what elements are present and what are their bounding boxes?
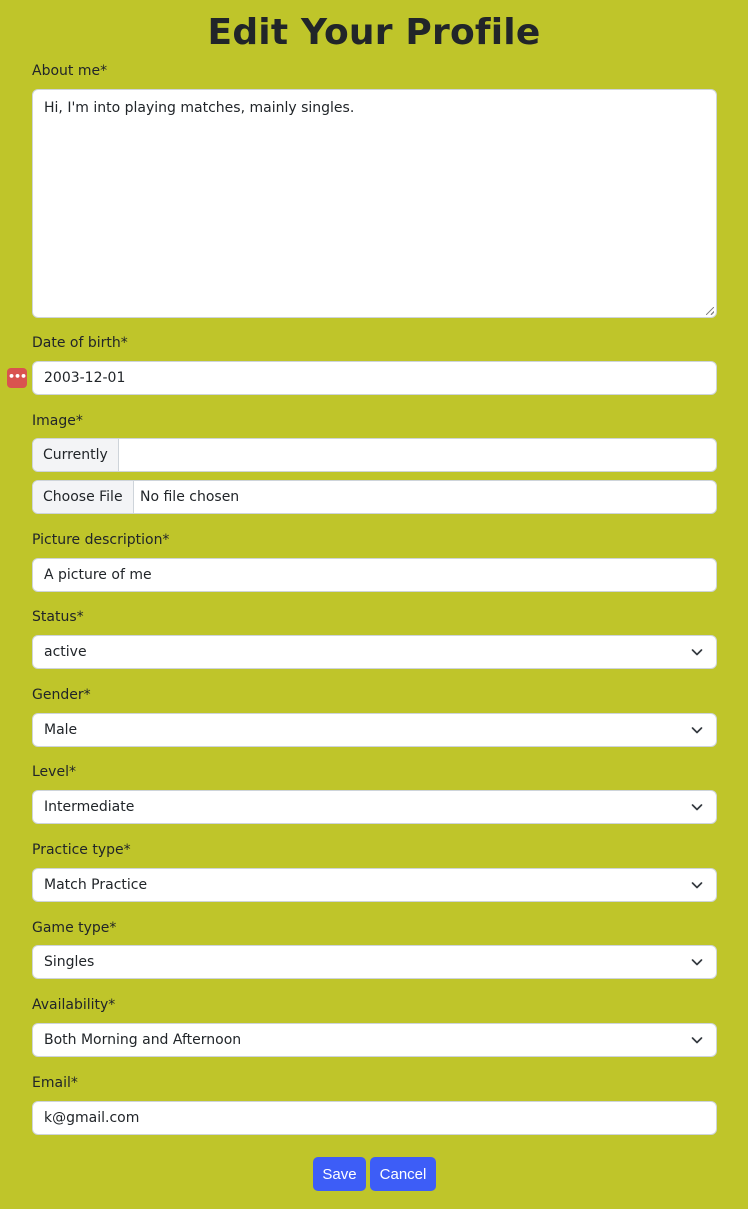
availability-label: Availability* [32,997,116,1013]
availability-select[interactable]: Both Morning and Afternoon [32,1023,717,1057]
status-select[interactable]: active [32,635,717,669]
currently-addon: Currently [33,439,119,471]
image-file-input[interactable]: Choose File No file chosen [32,480,717,514]
save-button[interactable]: Save [313,1157,366,1191]
chevron-down-icon [691,882,703,889]
email-field[interactable]: k@gmail.com [32,1101,717,1135]
game-type-selected-value: Singles [44,954,95,970]
image-currently-field: Currently [32,438,717,472]
picture-description-label: Picture description* [32,532,170,548]
picture-description-input[interactable]: A picture of me [32,558,717,592]
date-of-birth-value: 2003-12-01 [44,370,126,386]
picture-description-value: A picture of me [44,567,152,583]
game-type-select[interactable]: Singles [32,945,717,979]
date-of-birth-label: Date of birth* [32,335,128,351]
gender-selected-value: Male [44,722,78,738]
about-me-label: About me* [32,63,108,79]
email-value: k@gmail.com [44,1110,140,1126]
practice-type-label: Practice type* [32,842,131,858]
status-label: Status* [32,609,84,625]
chevron-down-icon [691,727,703,734]
chevron-down-icon [691,649,703,656]
gender-label: Gender* [32,687,91,703]
file-status-text: No file chosen [140,489,240,505]
level-select[interactable]: Intermediate [32,790,717,824]
status-selected-value: active [44,644,87,660]
choose-file-button[interactable]: Choose File [33,481,134,513]
practice-type-select[interactable]: Match Practice [32,868,717,902]
chevron-down-icon [691,804,703,811]
date-of-birth-input[interactable]: 2003-12-01 [32,361,717,395]
password-manager-icon[interactable]: ••• [7,368,27,388]
cancel-button[interactable]: Cancel [370,1157,436,1191]
resize-handle-icon[interactable] [706,307,714,315]
level-label: Level* [32,764,76,780]
gender-select[interactable]: Male [32,713,717,747]
image-label: Image* [32,413,83,429]
practice-type-selected-value: Match Practice [44,877,148,893]
chevron-down-icon [691,959,703,966]
chevron-down-icon [691,1037,703,1044]
email-label: Email* [32,1075,78,1091]
about-me-text: Hi, I'm into playing matches, mainly sin… [44,100,355,116]
level-selected-value: Intermediate [44,799,135,815]
game-type-label: Game type* [32,920,117,936]
about-me-textarea[interactable]: Hi, I'm into playing matches, mainly sin… [32,89,717,318]
page-title: Edit Your Profile [207,12,541,53]
availability-selected-value: Both Morning and Afternoon [44,1032,242,1048]
